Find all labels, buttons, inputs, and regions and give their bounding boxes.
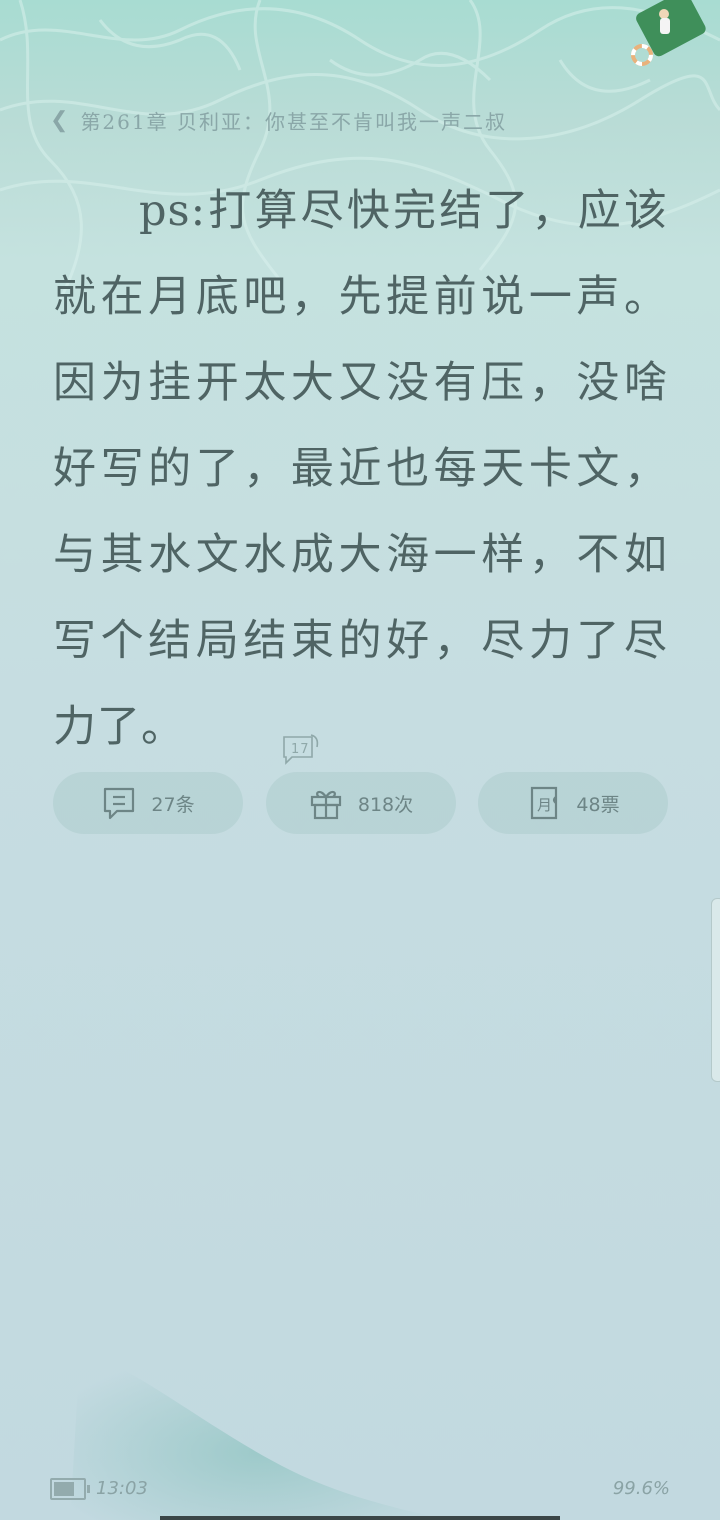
author-note-paragraph: ps:打算尽快完结了，应该就在月底吧，先提前说一声。因为挂开太大又没有压，没啥好… [53, 168, 668, 770]
paragraph-comment-badge[interactable]: 17 [195, 708, 319, 765]
comments-count: 27条 [151, 793, 195, 816]
chapter-content: ps:打算尽快完结了，应该就在月底吧，先提前说一声。因为挂开太大又没有压，没啥好… [53, 168, 668, 770]
note-count: 17 [291, 742, 310, 757]
comments-button[interactable]: 27条 [53, 772, 243, 834]
monthly-ticket-icon: 月 [531, 786, 558, 820]
scroll-handle[interactable] [711, 898, 720, 1082]
gift-icon [310, 790, 341, 820]
svg-text:月: 月 [537, 796, 552, 814]
monthly-ticket-button[interactable]: 月 48票 [478, 772, 668, 834]
reader-footer: 13:03 99.6% [50, 1474, 670, 1504]
gift-count: 818次 [357, 793, 414, 816]
clock-time: 13:03 [96, 1478, 148, 1499]
comment-icon [104, 787, 135, 820]
chevron-left-icon[interactable]: ❮ [50, 108, 70, 133]
home-indicator-bar[interactable] [160, 1516, 560, 1520]
reading-progress: 99.6% [612, 1478, 670, 1499]
chapter-actions: 27条 818次 月 48票 [53, 772, 668, 834]
battery-icon [50, 1478, 90, 1500]
quill-icon: 17 [283, 734, 319, 765]
chapter-title: 第261章 贝利亚：你甚至不肯叫我一声二叔 [80, 109, 507, 134]
battery-level-fill [54, 1482, 74, 1496]
chapter-header[interactable]: ❮ 第261章 贝利亚：你甚至不肯叫我一声二叔 [50, 104, 507, 136]
gift-button[interactable]: 818次 [265, 772, 456, 834]
paragraph-text: ps:打算尽快完结了，应该就在月底吧，先提前说一声。因为挂开太大又没有压，没啥好… [53, 186, 668, 752]
pool-float-illustration [631, 0, 706, 66]
ticket-count: 48票 [576, 793, 620, 816]
